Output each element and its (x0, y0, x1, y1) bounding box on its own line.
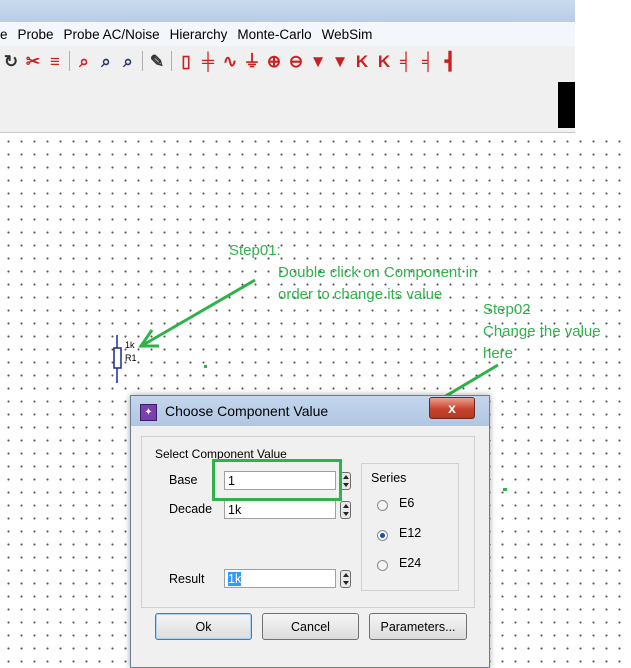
parameters-button[interactable]: Parameters... (369, 613, 467, 640)
stray-mark (204, 365, 207, 368)
cancel-button[interactable]: Cancel (262, 613, 359, 640)
step02-title: Step02 (483, 301, 531, 318)
decade-input[interactable]: 1k (224, 500, 336, 519)
dialog-title: Choose Component Value (165, 403, 329, 419)
result-spinner[interactable] (340, 570, 351, 588)
close-button[interactable]: x (429, 397, 475, 419)
series-e12-label: E12 (399, 526, 422, 540)
dialog-title-bar[interactable]: ✦ Choose Component Value x (131, 396, 489, 426)
series-label: Series (371, 471, 407, 485)
series-e24-radio[interactable] (377, 560, 388, 571)
step01-title: Step01: (229, 242, 281, 259)
step02-line1: Change the value (483, 323, 601, 340)
result-value-selected: 1k (228, 572, 242, 586)
result-label: Result (169, 572, 205, 586)
result-input[interactable]: 1k (224, 569, 336, 588)
step01-line1: Double click on Component in (278, 264, 478, 281)
step02-line2: here (483, 345, 514, 362)
decade-spinner[interactable] (340, 501, 351, 519)
ok-button[interactable]: Ok (155, 613, 252, 640)
series-e24-label: E24 (399, 556, 422, 570)
series-e6-radio[interactable] (377, 500, 388, 511)
app-icon: ✦ (140, 404, 157, 421)
stray-mark (503, 488, 507, 491)
series-e6-label: E6 (399, 496, 415, 510)
choose-component-value-dialog: ✦ Choose Component Value x Select Compon… (130, 395, 490, 668)
step01-line2: order to change its value (278, 286, 443, 303)
base-highlight-box (212, 459, 342, 501)
decade-label: Decade (169, 502, 213, 516)
base-label: Base (169, 473, 198, 487)
step01-arrow (142, 278, 256, 347)
series-e12-radio[interactable] (377, 530, 388, 541)
